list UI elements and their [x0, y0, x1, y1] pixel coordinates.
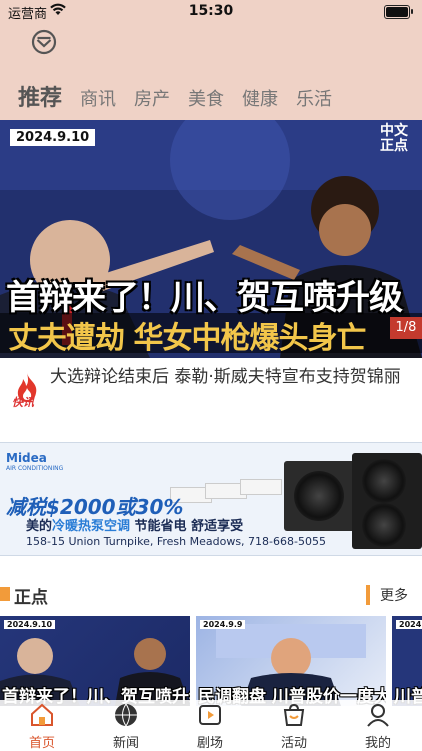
- tab-lifestyle[interactable]: 乐活: [296, 85, 332, 111]
- card-date: 2024.9.8: [396, 620, 422, 629]
- section-accent-bar: [0, 587, 10, 601]
- status-bar: 运营商 15:30: [0, 0, 422, 24]
- hero-date: 2024.9.10: [10, 129, 96, 146]
- shopping-bag-icon: [283, 703, 305, 726]
- hero-title: 首辩来了！川、贺互喷升级: [6, 278, 403, 318]
- news-card-row: 2024.9.10 首辩来了！川、贺互喷升级 2024.9.9 民调翻盘 川普股…: [0, 616, 422, 706]
- more-link[interactable]: 更多: [366, 585, 408, 605]
- play-icon: [199, 705, 221, 725]
- nav-home[interactable]: 首页: [12, 702, 72, 751]
- nav-theater[interactable]: 剧场: [180, 702, 240, 751]
- hero-brand-logo: 中文正点: [380, 123, 408, 154]
- ad-tagline: 美的冷暖热泵空调 节能省电 舒适享受: [26, 519, 244, 534]
- news-card[interactable]: 2024.9.10 首辩来了！川、贺互喷升级: [0, 616, 190, 706]
- bottom-nav: 首页 新闻 剧场 活动 我的: [0, 700, 422, 751]
- ad-banner[interactable]: Midea AIR CONDITIONING 减税$2000或30% 美的冷暖热…: [0, 442, 422, 556]
- tab-health[interactable]: 健康: [242, 85, 278, 111]
- category-tabs: 推荐 商讯 房产 美食 健康 乐活: [18, 80, 350, 112]
- news-globe-icon: [115, 703, 137, 727]
- tab-recommend[interactable]: 推荐: [18, 80, 62, 112]
- flash-label: 快讯: [12, 396, 34, 409]
- nav-news[interactable]: 新闻: [96, 702, 156, 751]
- card-date: 2024.9.9: [200, 620, 246, 629]
- user-icon: [367, 704, 389, 727]
- home-icon: [31, 703, 53, 726]
- ad-brand-logo: Midea AIR CONDITIONING: [6, 451, 64, 472]
- flash-news-text: 大选辩论结束后 泰勒·斯威夫特宣布支持贺锦丽: [50, 367, 401, 387]
- app-header: 推荐 商讯 房产 美食 健康 乐活: [0, 24, 422, 120]
- hero-subtitle-band: 丈夫遭劫 华女中枪爆头身亡: [0, 313, 422, 356]
- clock: 15:30: [188, 3, 234, 19]
- section-title: 正点: [14, 588, 48, 608]
- app-logo-icon[interactable]: [30, 28, 58, 56]
- nav-profile[interactable]: 我的: [348, 702, 408, 751]
- ad-cassette-unit: [240, 479, 282, 495]
- flash-news-item[interactable]: 快讯 大选辩论结束后 泰勒·斯威夫特宣布支持贺锦丽: [0, 360, 422, 420]
- news-card[interactable]: 2024.9.8 川普: [392, 616, 422, 706]
- ad-heat-pump-image: [352, 453, 422, 549]
- hero-subtitle: 丈夫遭劫 华女中枪爆头身亡: [8, 321, 366, 356]
- section-header: 正点 更多: [0, 582, 422, 608]
- nav-events[interactable]: 活动: [264, 702, 324, 751]
- tab-business[interactable]: 商讯: [80, 85, 116, 111]
- tab-real-estate[interactable]: 房产: [134, 85, 170, 111]
- ad-address: 158-15 Union Turnpike, Fresh Meadows, 71…: [26, 535, 326, 548]
- tab-food[interactable]: 美食: [188, 85, 224, 111]
- carousel-page-indicator: 1/8: [390, 317, 422, 339]
- news-card[interactable]: 2024.9.9 民调翻盘 川普股价一度大涨: [196, 616, 386, 706]
- card-date: 2024.9.10: [4, 620, 56, 629]
- battery-icon: [384, 5, 413, 19]
- hero-carousel[interactable]: 2024.9.10 中文正点 首辩来了！川、贺互喷升级 丈夫遭劫 华女中枪爆头身…: [0, 120, 422, 358]
